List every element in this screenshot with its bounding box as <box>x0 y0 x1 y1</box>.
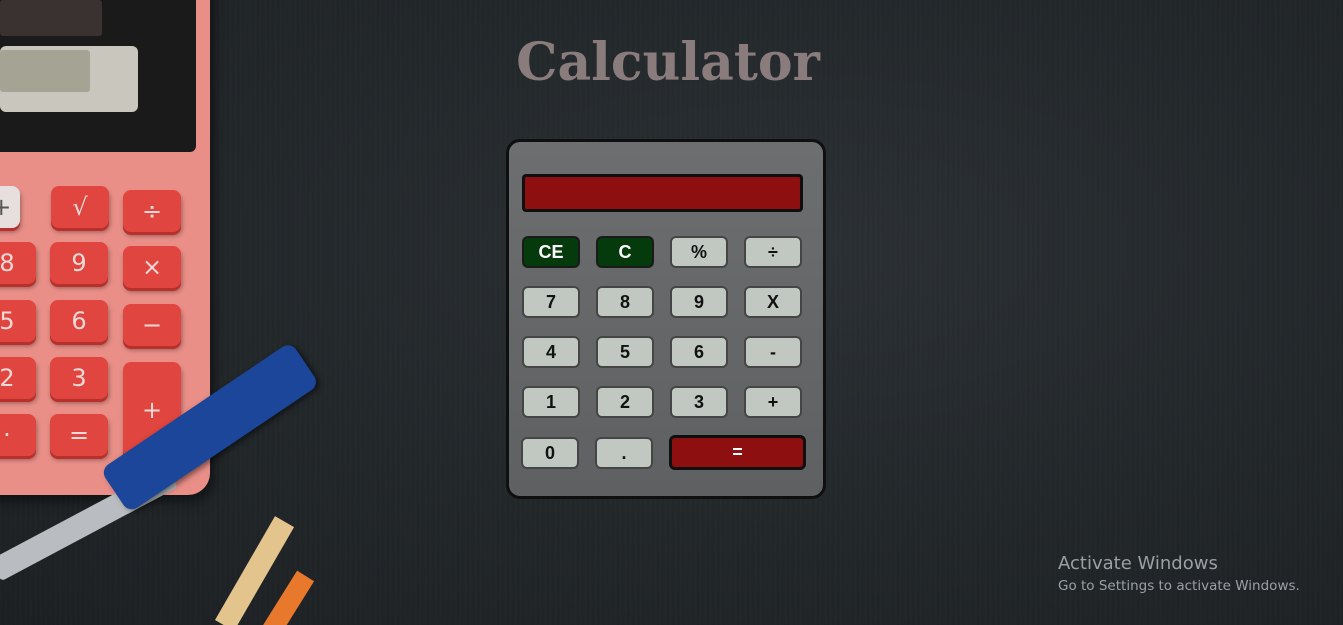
activate-windows-watermark: Activate Windows Go to Settings to activ… <box>1058 552 1300 596</box>
calculator: CE C % ÷ 7 8 9 X 4 5 6 - 1 2 3 + 0 . = <box>506 139 826 499</box>
digit-6-button[interactable]: 6 <box>670 336 728 368</box>
watermark-title: Activate Windows <box>1058 553 1218 574</box>
divide-button[interactable]: ÷ <box>744 236 802 268</box>
decorative-pencil-orange <box>260 570 315 625</box>
multiply-button[interactable]: X <box>744 286 802 318</box>
page-title: Calculator <box>516 32 820 93</box>
digit-7-button[interactable]: 7 <box>522 286 580 318</box>
decorative-key: − <box>123 304 181 346</box>
decorative-key: · <box>0 414 36 456</box>
digit-3-button[interactable]: 3 <box>670 386 728 418</box>
digit-2-button[interactable]: 2 <box>596 386 654 418</box>
background-illustration: M+ √ ÷ 8 9 × 5 6 − 2 3 + · = <box>0 0 330 625</box>
percent-button[interactable]: % <box>670 236 728 268</box>
digit-5-button[interactable]: 5 <box>596 336 654 368</box>
equals-button[interactable]: = <box>669 435 806 470</box>
digit-8-button[interactable]: 8 <box>596 286 654 318</box>
decorative-solar-panel <box>0 0 102 36</box>
decorative-key: 5 <box>0 300 36 342</box>
digit-1-button[interactable]: 1 <box>522 386 580 418</box>
decorative-key: ÷ <box>123 190 181 232</box>
digit-0-button[interactable]: 0 <box>521 437 579 469</box>
decorative-key: = <box>50 414 108 456</box>
clear-button[interactable]: C <box>596 236 654 268</box>
decimal-button[interactable]: . <box>595 437 653 469</box>
ce-button[interactable]: CE <box>522 236 580 268</box>
plus-button[interactable]: + <box>744 386 802 418</box>
decorative-key: 8 <box>0 242 36 284</box>
calculator-display[interactable] <box>522 174 803 212</box>
decorative-key: 9 <box>50 242 108 284</box>
decorative-key: √ <box>51 186 109 228</box>
digit-9-button[interactable]: 9 <box>670 286 728 318</box>
decorative-key: 6 <box>50 300 108 342</box>
decorative-key: 3 <box>50 357 108 399</box>
decorative-key: × <box>123 246 181 288</box>
decorative-key: 2 <box>0 357 36 399</box>
decorative-key: M+ <box>0 186 20 228</box>
watermark-subtitle: Go to Settings to activate Windows. <box>1058 578 1300 594</box>
digit-4-button[interactable]: 4 <box>522 336 580 368</box>
minus-button[interactable]: - <box>744 336 802 368</box>
